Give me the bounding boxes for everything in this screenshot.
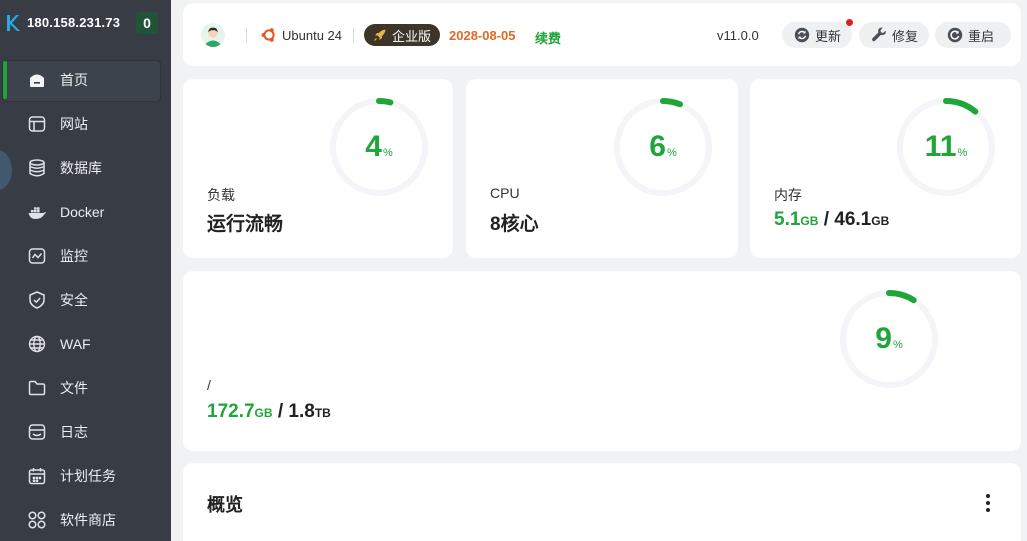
- sidebar-item-label: 数据库: [60, 160, 102, 176]
- expire-date: 2028-08-05: [449, 28, 516, 43]
- load-gauge: 4%: [327, 95, 431, 199]
- apps-icon: [27, 510, 47, 530]
- main-content: Ubuntu 24 企业版 2028-08-05 续费 v11.0.0 更新 修…: [171, 0, 1027, 541]
- cpu-label: CPU: [490, 185, 520, 201]
- panel-version: v11.0.0: [717, 28, 759, 43]
- disk-card[interactable]: 9% / 172.7GB / 1.8TB: [183, 271, 1021, 451]
- percent-sign: %: [382, 147, 393, 159]
- memory-label: 内存: [774, 187, 802, 203]
- disk-usage: 172.7GB / 1.8TB: [207, 401, 331, 423]
- memory-percent: 11: [924, 130, 957, 163]
- sidebar-item-store[interactable]: 软件商店: [0, 498, 171, 541]
- disk-gauge: 9%: [837, 287, 941, 391]
- docker-icon: [27, 202, 47, 222]
- calendar-icon: [27, 466, 47, 486]
- sidebar-item-label: WAF: [60, 336, 91, 352]
- sidebar-item-label: 首页: [60, 72, 88, 88]
- sidebar-item-label: 计划任务: [60, 468, 116, 484]
- memory-gauge-value: 11%: [894, 95, 998, 199]
- memory-card[interactable]: 11% 内存 5.1GB / 46.1GB: [750, 79, 1021, 258]
- refresh-icon: [794, 27, 810, 43]
- memory-used: 5.1GB: [774, 209, 819, 230]
- sidebar-item-logs[interactable]: 日志: [0, 410, 171, 454]
- overview-card: 概览: [183, 463, 1021, 541]
- sidebar-item-files[interactable]: 文件: [0, 366, 171, 410]
- disk-mount-path: /: [207, 377, 211, 393]
- repair-button[interactable]: 修复: [859, 22, 929, 48]
- update-button[interactable]: 更新: [782, 19, 853, 48]
- disk-gauge-value: 9%: [837, 287, 941, 391]
- sidebar: 180.158.231.73 0 首页 网站 数据库 Docker 监控 安全 …: [0, 0, 171, 541]
- avatar-icon[interactable]: [201, 23, 225, 47]
- overview-title: 概览: [207, 495, 243, 515]
- sidebar-item-label: 日志: [60, 424, 88, 440]
- sidebar-item-home[interactable]: 首页: [0, 58, 171, 102]
- sidebar-item-database[interactable]: 数据库: [0, 146, 171, 190]
- disk-percent: 9: [875, 322, 892, 355]
- cpu-gauge: 6%: [611, 95, 715, 199]
- database-icon: [27, 158, 47, 178]
- percent-sign: %: [892, 339, 903, 351]
- folder-icon: [27, 378, 47, 398]
- update-label: 更新: [815, 28, 842, 44]
- sidebar-item-label: 安全: [60, 292, 88, 308]
- cpu-card[interactable]: 6% CPU 8核心: [466, 79, 738, 258]
- percent-sign: %: [957, 147, 968, 159]
- divider: [246, 28, 247, 42]
- memory-usage: 5.1GB / 46.1GB: [774, 209, 889, 231]
- rocket-icon: [374, 29, 386, 41]
- slash-separator: /: [818, 209, 835, 230]
- more-options-icon[interactable]: [985, 493, 991, 513]
- sidebar-item-cron[interactable]: 计划任务: [0, 454, 171, 498]
- cpu-gauge-value: 6%: [611, 95, 715, 199]
- sidebar-item-docker[interactable]: Docker: [0, 190, 171, 234]
- log-icon: [27, 422, 47, 442]
- os-version: Ubuntu 24: [282, 28, 342, 43]
- shield-icon: [27, 290, 47, 310]
- sidebar-item-label: 软件商店: [60, 512, 116, 528]
- sidebar-item-label: 文件: [60, 380, 88, 396]
- waf-globe-icon: [27, 334, 47, 354]
- restart-button[interactable]: 重启: [935, 22, 1011, 48]
- sidebar-item-security[interactable]: 安全: [0, 278, 171, 322]
- slash-separator: /: [272, 401, 289, 422]
- server-ip: 180.158.231.73: [27, 15, 121, 30]
- divider: [353, 28, 354, 42]
- top-info-bar: Ubuntu 24 企业版 2028-08-05 续费 v11.0.0 更新 修…: [183, 3, 1021, 66]
- memory-total: 46.1GB: [834, 209, 890, 230]
- sidebar-item-websites[interactable]: 网站: [0, 102, 171, 146]
- percent-sign: %: [666, 147, 677, 159]
- globe-window-icon: [27, 114, 47, 134]
- renew-link[interactable]: 续费: [535, 28, 561, 47]
- wrench-icon: [872, 27, 886, 42]
- load-percent: 4: [365, 130, 382, 163]
- sidebar-item-label: 监控: [60, 248, 88, 264]
- disk-used: 172.7GB: [207, 401, 273, 422]
- disk-total: 1.8TB: [288, 401, 331, 422]
- edition-label: 企业版: [392, 28, 432, 44]
- home-icon: [27, 70, 47, 90]
- load-label: 负载: [207, 187, 235, 203]
- load-status: 运行流畅: [207, 214, 284, 235]
- load-gauge-value: 4%: [327, 95, 431, 199]
- memory-gauge: 11%: [894, 95, 998, 199]
- brand-logo-icon: [7, 15, 20, 31]
- monitor-icon: [27, 246, 47, 266]
- load-card[interactable]: 4% 负载 运行流畅: [183, 79, 453, 258]
- sidebar-item-label: Docker: [60, 204, 105, 220]
- sidebar-nav: 首页 网站 数据库 Docker 监控 安全 WAF 文件 日志 计划任务 软件…: [0, 58, 171, 541]
- sidebar-header: 180.158.231.73 0: [0, 0, 171, 46]
- edition-badge: 企业版: [364, 24, 440, 46]
- sidebar-item-monitor[interactable]: 监控: [0, 234, 171, 278]
- cpu-percent: 6: [649, 130, 666, 163]
- restart-icon: [947, 27, 963, 43]
- repair-label: 修复: [892, 28, 919, 44]
- message-count-badge[interactable]: 0: [136, 12, 158, 34]
- sidebar-item-label: 网站: [60, 116, 88, 132]
- update-notification-dot: [846, 19, 853, 26]
- ubuntu-icon: [261, 28, 275, 42]
- restart-label: 重启: [968, 28, 995, 44]
- sidebar-item-waf[interactable]: WAF: [0, 322, 171, 366]
- cpu-cores: 8核心: [490, 214, 539, 235]
